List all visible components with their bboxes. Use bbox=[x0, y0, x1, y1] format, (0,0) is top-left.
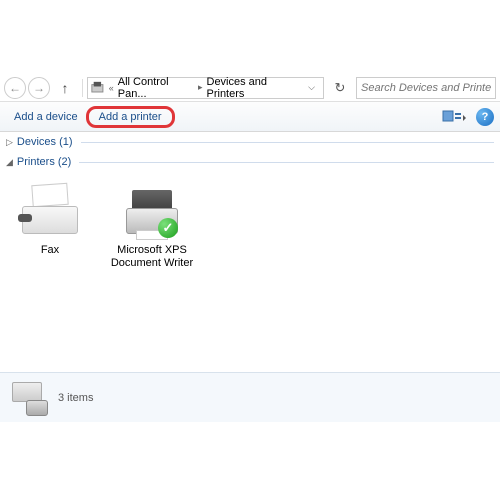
devices-summary-icon bbox=[8, 380, 50, 416]
up-button[interactable]: ↑ bbox=[56, 78, 74, 98]
view-options-button[interactable] bbox=[442, 108, 466, 126]
address-bar[interactable]: « All Control Pan... ▸ Devices and Print… bbox=[87, 77, 324, 99]
printer-icon: ✓ bbox=[120, 184, 184, 240]
navigation-bar: ← → ↑ « All Control Pan... ▸ Devices and… bbox=[0, 74, 500, 102]
group-header-devices[interactable]: ▷ Devices (1) bbox=[0, 132, 500, 152]
device-xps-writer[interactable]: ✓ Microsoft XPS Document Writer bbox=[110, 184, 194, 270]
status-bar: 3 items bbox=[0, 372, 500, 422]
divider bbox=[81, 142, 494, 143]
device-label: Microsoft XPS Document Writer bbox=[110, 244, 194, 270]
device-label: Fax bbox=[8, 244, 92, 257]
top-whitespace bbox=[0, 0, 500, 74]
collapse-icon: ▷ bbox=[6, 137, 13, 148]
add-device-button[interactable]: Add a device bbox=[6, 107, 86, 127]
group-header-printers[interactable]: ◢ Printers (2) bbox=[0, 152, 500, 172]
back-button[interactable]: ← bbox=[4, 77, 26, 99]
expand-icon: ◢ bbox=[6, 157, 13, 168]
forward-button[interactable]: → bbox=[28, 77, 50, 99]
toolbar: Add a device Add a printer ? bbox=[0, 102, 500, 132]
location-icon bbox=[90, 80, 105, 96]
add-printer-button[interactable]: Add a printer bbox=[86, 106, 175, 128]
breadcrumb-part[interactable]: All Control Pan... bbox=[116, 76, 196, 100]
group-label: Printers (2) bbox=[17, 156, 71, 168]
breadcrumb-prefix: « bbox=[107, 83, 116, 93]
default-check-icon: ✓ bbox=[158, 218, 178, 238]
refresh-button[interactable]: ↻ bbox=[330, 77, 350, 99]
fax-icon bbox=[18, 184, 82, 240]
address-dropdown-icon[interactable]: ⌵ bbox=[302, 82, 321, 93]
search-input[interactable] bbox=[356, 77, 496, 99]
help-button[interactable]: ? bbox=[476, 108, 494, 126]
status-text: 3 items bbox=[58, 392, 93, 404]
printers-items: Fax ✓ Microsoft XPS Document Writer bbox=[0, 172, 500, 282]
separator bbox=[82, 79, 83, 97]
group-label: Devices (1) bbox=[17, 136, 73, 148]
chevron-right-icon: ▸ bbox=[196, 82, 205, 93]
breadcrumb-part[interactable]: Devices and Printers bbox=[205, 76, 303, 100]
device-fax[interactable]: Fax bbox=[8, 184, 92, 270]
content-whitespace bbox=[0, 282, 500, 372]
divider bbox=[79, 162, 494, 163]
